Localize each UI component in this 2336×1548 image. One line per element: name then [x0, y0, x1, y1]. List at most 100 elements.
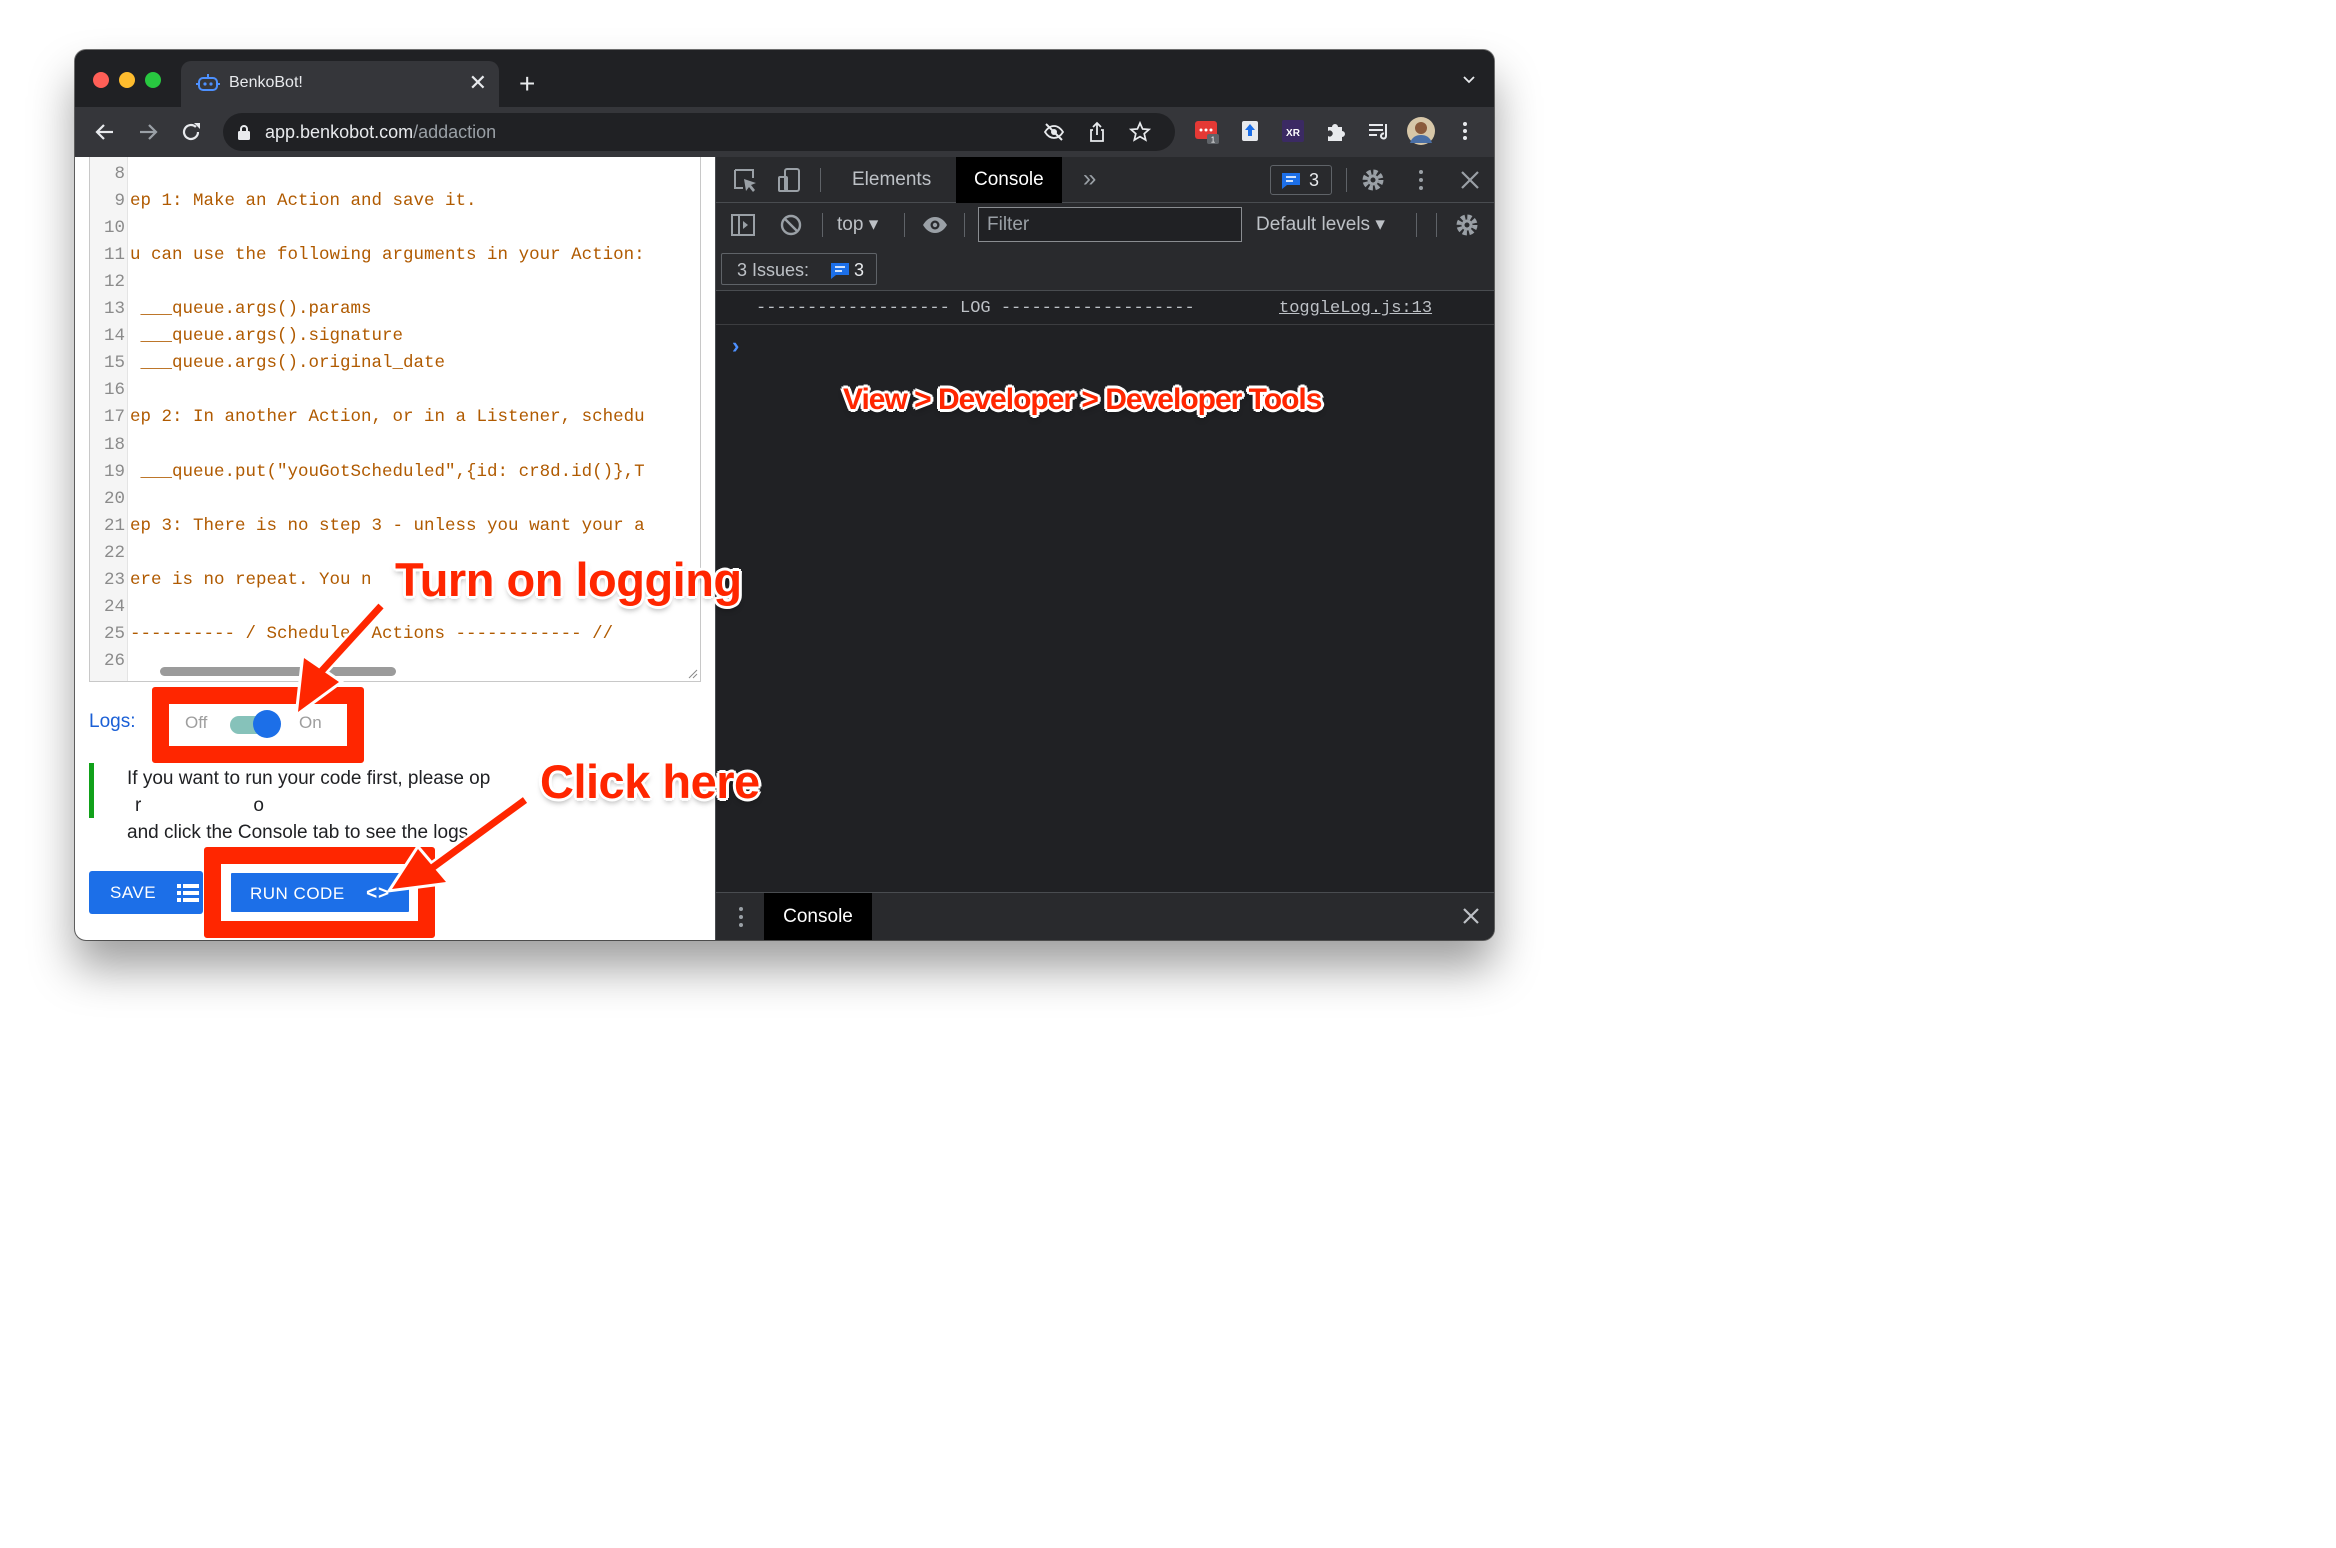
- live-expression-eye-icon[interactable]: [922, 212, 948, 238]
- info-accent-bar: [89, 763, 94, 818]
- code-line: 11 u can use the following arguments in y…: [90, 242, 700, 269]
- code-line: 8: [90, 161, 700, 188]
- message-icon: [831, 263, 849, 279]
- close-devtools-icon[interactable]: [1457, 167, 1483, 193]
- issues-button[interactable]: 3 Issues: 3: [721, 253, 877, 285]
- drawer-tab-console[interactable]: Console: [764, 893, 872, 940]
- menu-path-annotation: View > Developer > Developer Tools: [843, 383, 1322, 416]
- reload-icon[interactable]: [177, 118, 205, 146]
- separator: [822, 213, 823, 237]
- profile-avatar[interactable]: [1406, 116, 1436, 146]
- code-line: 14 ___queue.args().signature: [90, 323, 700, 350]
- upload-extension-icon[interactable]: [1237, 118, 1263, 144]
- drawer-menu-icon[interactable]: [738, 906, 744, 928]
- minimize-window-button[interactable]: [119, 72, 135, 88]
- browser-toolbar: app.benkobot.com/addaction 1 XR: [75, 107, 1494, 157]
- code-line: 17 ep 2: In another Action, or in a Liste…: [90, 404, 700, 431]
- resize-handle-icon[interactable]: [688, 669, 698, 679]
- puzzle-extensions-icon[interactable]: [1323, 118, 1349, 144]
- code-text: ep 3: There is no step 3 - unless you wa…: [130, 515, 645, 536]
- inspect-element-icon[interactable]: [732, 167, 758, 193]
- run-code-highlight-box: [204, 847, 435, 938]
- line-number: 18: [103, 434, 125, 455]
- code-text: ep 2: In another Action, or in a Listene…: [130, 407, 645, 428]
- toggle-highlight-box: [152, 687, 364, 763]
- line-number: 15: [103, 353, 125, 374]
- forward-arrow-icon[interactable]: [134, 118, 162, 146]
- zoom-window-button[interactable]: [145, 72, 161, 88]
- back-arrow-icon[interactable]: [91, 118, 119, 146]
- tab-close-icon[interactable]: ✕: [469, 70, 487, 96]
- bookmark-star-icon[interactable]: [1129, 121, 1151, 143]
- code-line: 18: [90, 432, 700, 459]
- reading-list-icon[interactable]: [1366, 118, 1392, 144]
- devtools-panel: Elements Console » 3 top ▾ Filter Defaul…: [715, 157, 1494, 940]
- more-tabs-icon[interactable]: »: [1083, 165, 1096, 193]
- title-bar: BenkoBot! ✕ +: [75, 50, 1494, 107]
- clear-console-icon[interactable]: [778, 212, 804, 238]
- robot-icon: [196, 74, 220, 91]
- log-message: ------------------- LOG ----------------…: [756, 299, 1195, 318]
- eye-off-icon[interactable]: [1043, 121, 1065, 143]
- context-selector[interactable]: top ▾: [837, 213, 878, 236]
- share-icon[interactable]: [1086, 121, 1108, 143]
- turn-on-logging-annotation: Turn on logging: [395, 553, 742, 606]
- code-text: ep 1: Make an Action and save it.: [130, 191, 477, 212]
- tab-elements[interactable]: Elements: [834, 157, 949, 203]
- code-line: 13 ___queue.args().params: [90, 296, 700, 323]
- line-number: 14: [103, 326, 125, 347]
- line-number: 21: [103, 515, 125, 536]
- horizontal-scrollbar[interactable]: [160, 667, 396, 676]
- separator: [904, 213, 905, 237]
- sidebar-toggle-icon[interactable]: [730, 212, 756, 238]
- code-text: ___queue.put("youGotScheduled",{id: cr8d…: [130, 461, 645, 482]
- list-icon: [177, 884, 199, 902]
- line-number: 12: [103, 272, 125, 293]
- close-window-button[interactable]: [93, 72, 109, 88]
- more-vert-icon[interactable]: [1452, 118, 1478, 144]
- separator: [1416, 213, 1417, 237]
- code-line: 25 ---------- / Scheduled Actions -------…: [90, 621, 700, 648]
- more-vert-icon[interactable]: [1408, 167, 1434, 193]
- line-number: 24: [103, 596, 125, 617]
- message-icon: [1282, 173, 1300, 189]
- click-here-annotation: Click here: [540, 755, 760, 808]
- code-text: ___queue.args().params: [130, 299, 372, 320]
- line-number: 26: [103, 650, 125, 671]
- browser-tab[interactable]: BenkoBot! ✕: [181, 61, 499, 107]
- url-text: app.benkobot.com/addaction: [265, 122, 497, 142]
- browser-window: BenkoBot! ✕ + app.benkobot.com/addaction: [75, 50, 1494, 940]
- address-bar[interactable]: app.benkobot.com/addaction: [223, 113, 1175, 151]
- console-toolbar: top ▾ Filter Default levels ▾: [716, 203, 1494, 247]
- line-number: 9: [114, 191, 125, 212]
- code-line: 15 ___queue.args().original_date: [90, 350, 700, 377]
- line-number: 10: [103, 218, 125, 239]
- issues-counter-badge[interactable]: 3: [1270, 165, 1332, 195]
- new-tab-button[interactable]: +: [519, 69, 535, 99]
- separator: [1346, 168, 1347, 192]
- separator: [964, 213, 965, 237]
- device-toolbar-icon[interactable]: [776, 167, 802, 193]
- save-button[interactable]: SAVE: [89, 871, 203, 914]
- line-number: 25: [103, 623, 125, 644]
- line-number: 11: [103, 245, 125, 266]
- log-source-link[interactable]: toggleLog.js:13: [1279, 299, 1432, 318]
- line-number: 16: [103, 380, 125, 401]
- lock-icon: [238, 125, 250, 140]
- code-text: ere is no repeat. You n: [130, 569, 372, 590]
- xr-extension-icon[interactable]: XR: [1280, 118, 1306, 144]
- code-line: 21 ep 3: There is no step 3 - unless you …: [90, 513, 700, 540]
- chevron-down-icon[interactable]: [1462, 72, 1476, 86]
- extension-red-icon[interactable]: 1: [1193, 118, 1219, 144]
- settings-gear-icon[interactable]: [1360, 167, 1386, 193]
- console-prompt-icon[interactable]: ›: [732, 333, 739, 359]
- filter-input[interactable]: Filter: [978, 207, 1242, 242]
- tab-console[interactable]: Console: [956, 157, 1062, 203]
- devtools-tab-bar: Elements Console » 3: [716, 157, 1494, 203]
- console-settings-gear-icon[interactable]: [1454, 212, 1480, 238]
- line-number: 17: [103, 407, 125, 428]
- close-drawer-icon[interactable]: [1461, 906, 1481, 926]
- line-number: 22: [103, 542, 125, 563]
- log-levels-dropdown[interactable]: Default levels ▾: [1256, 213, 1385, 236]
- line-number: 13: [103, 299, 125, 320]
